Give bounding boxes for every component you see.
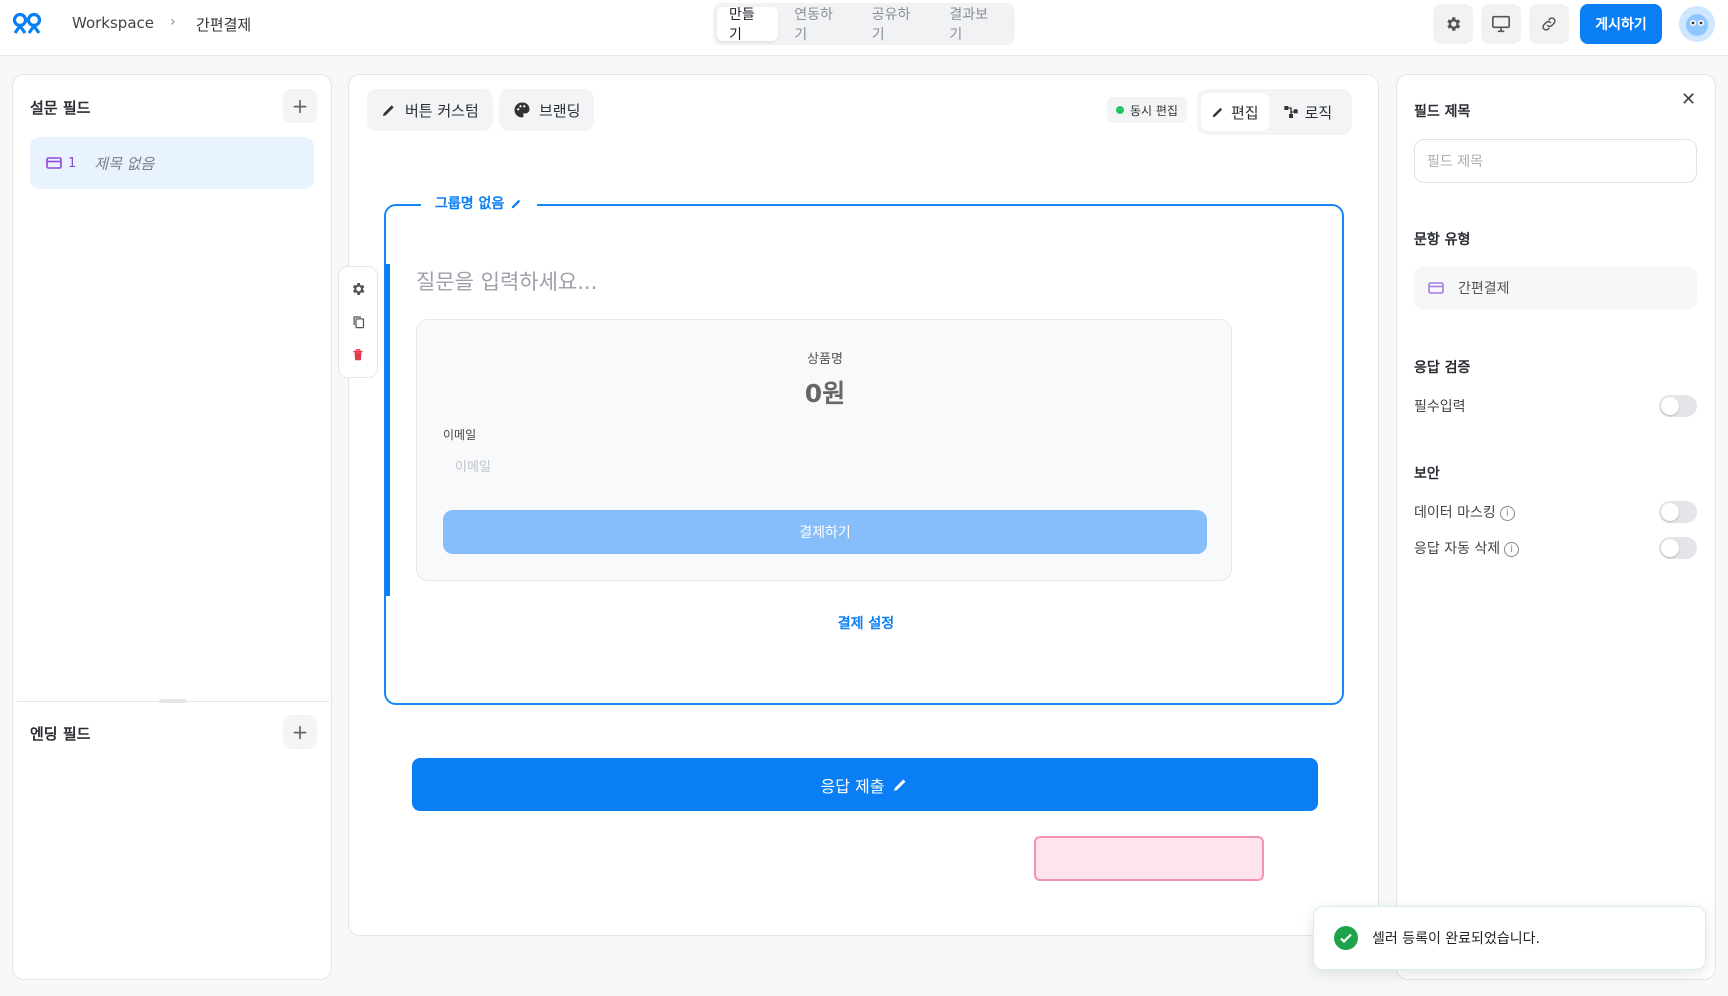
status-dot <box>1116 106 1124 114</box>
selected-accent-bar <box>385 264 390 596</box>
button-custom-label: 버튼 커스텀 <box>405 101 479 120</box>
settings-button[interactable] <box>1433 4 1473 44</box>
submit-button[interactable]: 응답 제출 <box>412 758 1318 811</box>
field-title-label: 필드 제목 <box>1414 104 1471 120</box>
tab-results[interactable]: 결과보기 <box>937 7 1011 43</box>
email-field[interactable]: 이메일 <box>443 448 1203 482</box>
info-icon[interactable]: i <box>1504 541 1520 557</box>
toast-message: 셀러 등록이 완료되었습니다. <box>1372 931 1540 947</box>
check-circle-icon <box>1334 926 1358 950</box>
logic-icon <box>1283 106 1298 118</box>
pencil-icon <box>383 105 394 116</box>
info-icon[interactable]: i <box>1499 505 1515 521</box>
survey-fields-title: 설문 필드 <box>30 99 91 117</box>
tab-integrate[interactable]: 연동하기 <box>782 7 856 43</box>
avatar[interactable] <box>1679 6 1715 42</box>
field-title: 제목 없음 <box>94 154 155 173</box>
copy-link-button[interactable] <box>1529 4 1569 44</box>
pay-button[interactable]: 결제하기 <box>443 510 1207 554</box>
data-masking-text: 데이터 마스킹 i <box>1414 502 1515 522</box>
card-icon <box>1428 282 1444 294</box>
field-title-input[interactable]: 필드 제목 <box>1414 139 1697 183</box>
pencil-icon <box>894 779 906 791</box>
edit-label: 편집 <box>1231 103 1259 122</box>
top-bar: Workspace › 간편결제 만들기 연동하기 공유하기 결과보기 게시하기 <box>0 0 1728 56</box>
avatar-face-icon <box>1686 14 1708 36</box>
add-survey-field-button[interactable]: + <box>283 89 317 123</box>
security-label: 보안 <box>1414 466 1440 482</box>
data-masking-label: 데이터 마스킹 <box>1414 505 1496 521</box>
chevron-right-icon: › <box>170 14 176 30</box>
publish-button[interactable]: 게시하기 <box>1580 4 1662 44</box>
card-icon <box>46 157 62 169</box>
tab-create[interactable]: 만들기 <box>717 7 779 43</box>
logic-mode-button[interactable]: 로직 <box>1273 93 1343 131</box>
trash-icon[interactable] <box>351 347 365 363</box>
data-masking-toggle[interactable] <box>1659 501 1697 523</box>
question-type-label: 문항 유형 <box>1414 232 1471 248</box>
edit-mode-button[interactable]: 편집 <box>1201 93 1269 131</box>
ending-fields-title: 엔딩 필드 <box>30 725 91 743</box>
data-masking-row: 데이터 마스킹 i <box>1414 501 1697 523</box>
main-tabs: 만들기 연동하기 공유하기 결과보기 <box>713 3 1015 45</box>
question-type-value: 간편결제 <box>1458 281 1510 297</box>
close-icon[interactable]: ✕ <box>1681 89 1696 110</box>
gear-icon[interactable] <box>350 281 366 297</box>
highlight-box <box>1034 836 1264 881</box>
required-toggle[interactable] <box>1659 395 1697 417</box>
copy-icon[interactable] <box>351 314 366 330</box>
group-name[interactable]: 그룹명 없음 <box>421 193 538 213</box>
email-label: 이메일 <box>443 428 477 442</box>
auto-delete-label: 응답 자동 삭제 <box>1414 541 1501 557</box>
add-ending-field-button[interactable]: + <box>283 715 317 749</box>
live-edit-badge: 동시 편집 <box>1107 97 1187 123</box>
properties-panel: 필드 제목 ✕ 필드 제목 문항 유형 간편결제 응답 검증 필수입력 보안 데… <box>1396 74 1716 980</box>
auto-delete-toggle[interactable] <box>1659 537 1697 559</box>
question-group[interactable]: 그룹명 없음 질문을 입력하세요... 상품명 0원 이메일 이메일 결제하기 … <box>384 193 1346 705</box>
pencil-icon <box>511 199 521 208</box>
auto-delete-text: 응답 자동 삭제 i <box>1414 538 1520 558</box>
live-edit-label: 동시 편집 <box>1130 103 1178 118</box>
question-type-select[interactable]: 간편결제 <box>1414 266 1697 310</box>
preview-button[interactable] <box>1481 4 1521 44</box>
gear-icon <box>1447 17 1461 31</box>
field-list-item[interactable]: 1 제목 없음 <box>30 137 314 189</box>
field-number: 1 <box>68 155 77 171</box>
payment-settings-link[interactable]: 결제 설정 <box>386 613 1346 633</box>
plus-icon: + <box>291 720 309 744</box>
mode-switch: 편집 로직 <box>1197 89 1352 135</box>
product-price: 0원 <box>804 379 846 408</box>
logo-icon[interactable] <box>12 12 44 38</box>
pencil-icon <box>1212 107 1223 118</box>
product-name: 상품명 <box>807 352 843 367</box>
breadcrumb-workspace[interactable]: Workspace <box>72 14 154 32</box>
breadcrumb-current: 간편결제 <box>196 16 252 34</box>
branding-button[interactable]: 브랜딩 <box>499 89 595 131</box>
question-side-toolbar <box>338 266 378 378</box>
group-name-text: 그룹명 없음 <box>435 196 505 212</box>
tab-share[interactable]: 공유하기 <box>860 7 934 43</box>
logic-label: 로직 <box>1304 103 1333 122</box>
link-icon <box>1542 17 1556 31</box>
editor-canvas: 버튼 커스텀 브랜딩 동시 편집 편집 로직 그룹명 없음 질문을 입력하세요.… <box>348 74 1379 936</box>
left-panel: 설문 필드 + 1 제목 없음 엔딩 필드 + <box>12 74 332 980</box>
button-custom-button[interactable]: 버튼 커스텀 <box>367 89 493 131</box>
auto-delete-row: 응답 자동 삭제 i <box>1414 537 1697 559</box>
success-toast: 셀러 등록이 완료되었습니다. <box>1313 906 1706 970</box>
question-input[interactable]: 질문을 입력하세요... <box>416 266 597 296</box>
payment-card: 상품명 0원 이메일 이메일 결제하기 <box>416 319 1232 581</box>
required-row: 필수입력 <box>1414 395 1697 417</box>
resize-handle[interactable] <box>159 699 187 703</box>
required-label: 필수입력 <box>1414 399 1466 415</box>
plus-icon: + <box>291 94 309 118</box>
submit-label: 응답 제출 <box>820 776 885 796</box>
validation-label: 응답 검증 <box>1414 360 1471 376</box>
branding-label: 브랜딩 <box>539 101 581 120</box>
monitor-icon <box>1492 15 1510 33</box>
palette-icon <box>514 102 530 118</box>
